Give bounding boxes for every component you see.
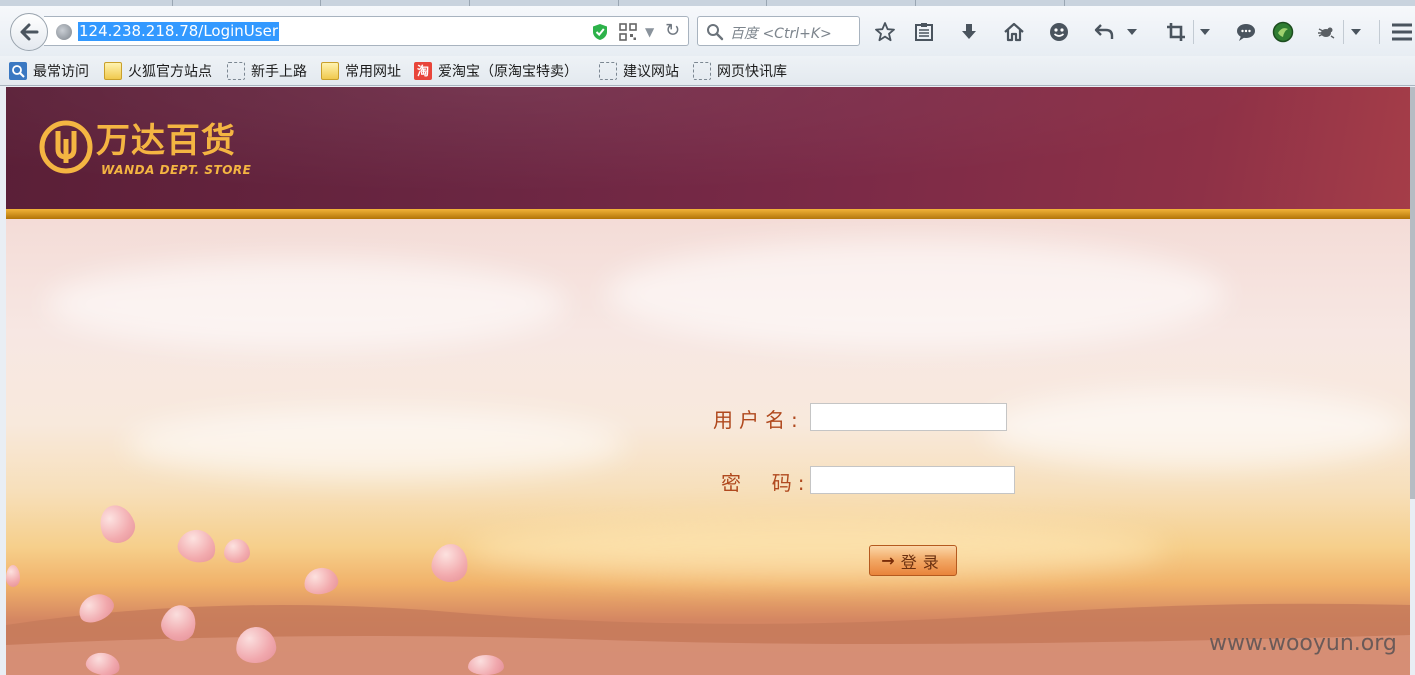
back-arrow-icon xyxy=(20,23,39,41)
password-label: 密 码: xyxy=(721,471,811,495)
gold-divider xyxy=(6,209,1410,219)
login-button-label: 登录 xyxy=(900,552,945,572)
petal-decoration xyxy=(468,655,504,675)
username-input[interactable] xyxy=(810,403,1007,431)
reading-list-icon[interactable] xyxy=(912,20,936,44)
smiley-feedback-icon[interactable] xyxy=(1047,20,1071,44)
bookmark-item[interactable]: 火狐官方站点 xyxy=(104,61,212,81)
bookmark-label: 新手上路 xyxy=(251,64,307,80)
home-icon[interactable] xyxy=(1002,20,1026,44)
extension-dropdown-icon[interactable] xyxy=(1349,20,1363,44)
dashed-page-icon xyxy=(599,62,617,80)
wanda-logo: 万达百货 WANDA DEPT. STORE xyxy=(38,117,278,187)
bookmark-item[interactable]: 淘 爱淘宝（原淘宝特卖） xyxy=(414,61,578,81)
back-button[interactable] xyxy=(10,13,48,51)
header-banner: 万达百货 WANDA DEPT. STORE xyxy=(6,87,1410,211)
bug-extension-icon[interactable] xyxy=(1314,20,1338,44)
crop-screenshot-icon[interactable] xyxy=(1164,20,1188,44)
logo-english-text: WANDA DEPT. STORE xyxy=(101,163,252,177)
bookmark-item[interactable]: 常用网址 xyxy=(321,61,401,81)
distant-hills xyxy=(6,603,1410,675)
url-dropdown-icon[interactable]: ▼ xyxy=(645,25,654,39)
bookmark-label: 建议网站 xyxy=(623,64,679,80)
folder-icon xyxy=(321,62,339,80)
vertical-scrollbar[interactable] xyxy=(1410,87,1415,499)
crop-dropdown-icon[interactable] xyxy=(1198,20,1212,44)
search-icon xyxy=(707,24,724,41)
navigation-toolbar: 124.238.218.78/LoginUser ▼ ↻ 百度 <Ctrl+K> xyxy=(0,6,1415,56)
login-button[interactable]: → 登录 xyxy=(869,545,957,576)
bookmark-item[interactable]: 建议网站 xyxy=(599,61,679,81)
search-placeholder: 百度 <Ctrl+K> xyxy=(730,26,832,42)
chat-bubble-icon[interactable] xyxy=(1234,20,1258,44)
download-icon[interactable] xyxy=(957,20,981,44)
globe-icon xyxy=(56,24,72,40)
petal-decoration xyxy=(6,565,20,587)
search-bookmark-icon xyxy=(9,62,27,80)
page-viewport: 万达百货 WANDA DEPT. STORE 用户名: 密 码: → 登录 ww… xyxy=(6,87,1410,675)
undo-dropdown-icon[interactable] xyxy=(1125,20,1139,44)
wanda-emblem-icon xyxy=(39,120,93,174)
bookmark-label: 最常访问 xyxy=(33,64,89,80)
bookmark-item[interactable]: 最常访问 xyxy=(9,61,89,81)
arrow-right-icon: → xyxy=(881,551,895,570)
bookmark-item[interactable]: 网页快讯库 xyxy=(693,61,787,81)
password-input[interactable] xyxy=(810,466,1015,494)
bookmark-star-icon[interactable] xyxy=(873,20,897,44)
undo-icon[interactable] xyxy=(1092,20,1116,44)
dashed-page-icon xyxy=(693,62,711,80)
dashed-page-icon xyxy=(227,62,245,80)
bookmark-label: 爱淘宝（原淘宝特卖） xyxy=(438,64,578,80)
security-shield-icon[interactable] xyxy=(592,23,608,41)
folder-icon xyxy=(104,62,122,80)
username-label: 用户名: xyxy=(713,408,804,432)
petal-decoration xyxy=(224,539,250,563)
bookmark-label: 火狐官方站点 xyxy=(128,64,212,80)
bookmark-label: 常用网址 xyxy=(345,64,401,80)
toolbar-separator xyxy=(1343,20,1344,44)
bookmark-item[interactable]: 新手上路 xyxy=(227,61,307,81)
search-box[interactable]: 百度 <Ctrl+K> xyxy=(697,16,860,46)
logo-chinese-text: 万达百货 xyxy=(96,121,236,161)
toolbar-separator xyxy=(1193,20,1194,44)
taobao-icon: 淘 xyxy=(414,62,432,80)
reload-icon[interactable]: ↻ xyxy=(665,20,680,41)
url-bar[interactable]: 124.238.218.78/LoginUser ▼ ↻ xyxy=(44,16,689,46)
url-text[interactable]: 124.238.218.78/LoginUser xyxy=(78,22,279,41)
bookmarks-toolbar: 最常访问 火狐官方站点 新手上路 常用网址 淘 爱淘宝（原淘宝特卖） 建议网站 … xyxy=(0,56,1415,86)
hamburger-menu-icon[interactable] xyxy=(1390,20,1414,44)
qr-code-icon[interactable] xyxy=(619,23,637,41)
toolbar-separator xyxy=(1379,20,1380,44)
green-extension-icon[interactable] xyxy=(1271,20,1295,44)
bookmark-label: 网页快讯库 xyxy=(717,64,787,80)
watermark-text: www.wooyun.org xyxy=(1209,631,1397,656)
